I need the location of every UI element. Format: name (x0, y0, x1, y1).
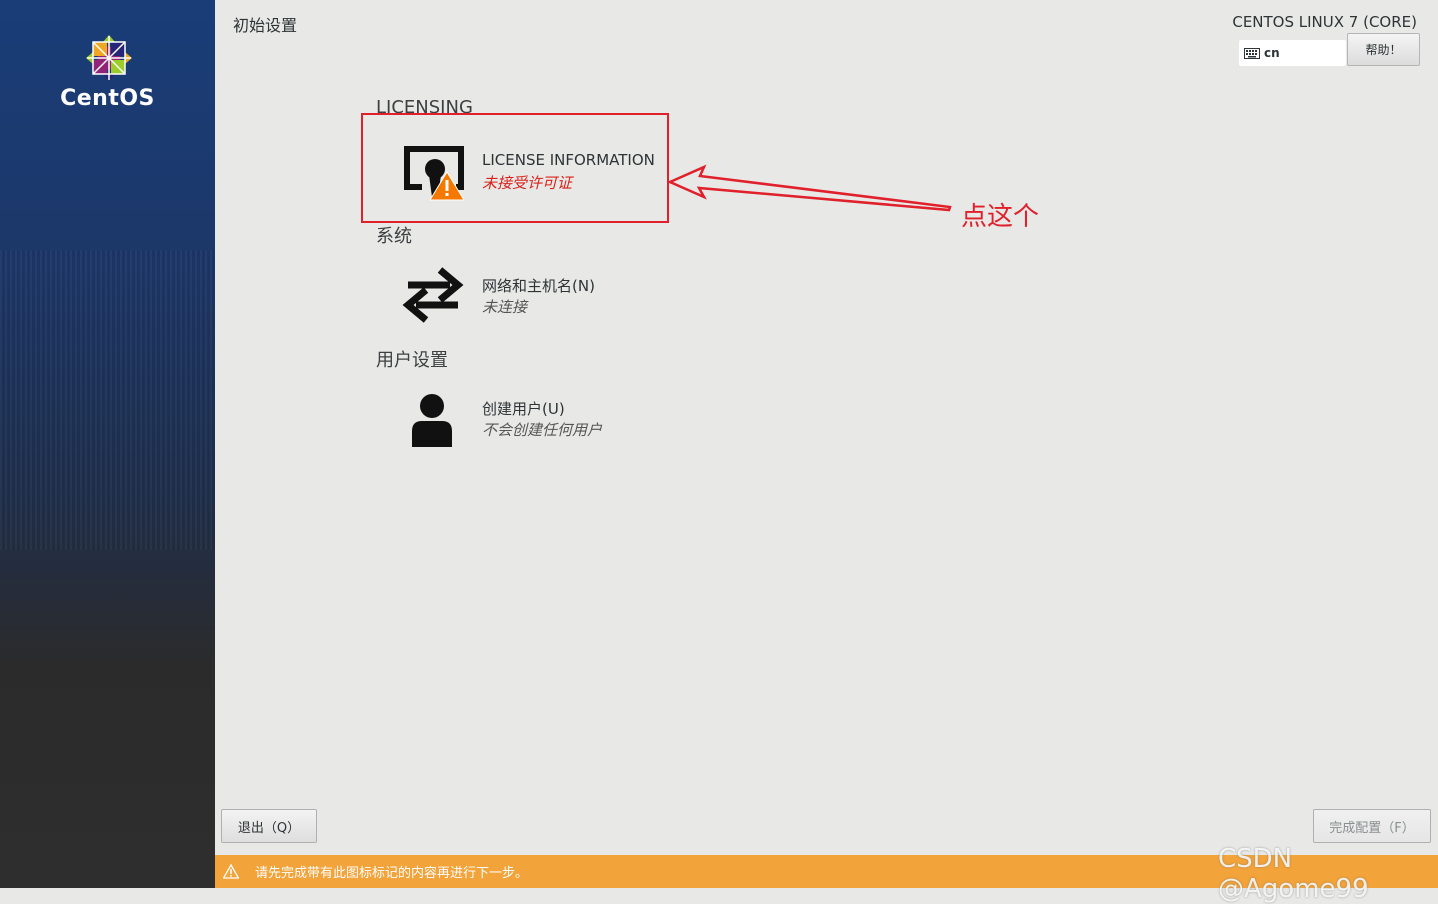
warning-text: 请先完成带有此图标标记的内容再进行下一步。 (255, 866, 529, 881)
sidebar-texture (0, 250, 215, 550)
quit-button[interactable]: 退出（Q） (221, 809, 317, 843)
keyboard-icon (1244, 47, 1260, 59)
annotation-text: 点这个 (961, 202, 1040, 232)
spoke-status: 不会创建任何用户 (482, 421, 603, 439)
logo-text: CentOS (60, 86, 155, 111)
spoke-title: 创建用户(U) (482, 400, 565, 418)
annotation-arrow-icon (668, 164, 952, 212)
section-heading-system: 系统 (376, 226, 412, 247)
network-arrows-icon (402, 267, 464, 323)
spoke-status: 未连接 (482, 298, 528, 316)
finish-configuration-button[interactable]: 完成配置（F） (1313, 809, 1431, 843)
keyboard-layout-indicator[interactable]: cn (1239, 40, 1346, 66)
watermark: CSDN @Agome99 (1218, 844, 1369, 904)
product-title: CENTOS LINUX 7 (CORE) (1232, 13, 1417, 31)
keyboard-layout-label: cn (1264, 46, 1280, 60)
sidebar: CentOS (0, 0, 215, 888)
page-title: 初始设置 (233, 16, 298, 35)
section-heading-user-settings: 用户设置 (376, 350, 448, 371)
user-icon (412, 394, 452, 447)
centos-logo-icon (86, 35, 132, 81)
warning-icon (223, 864, 239, 879)
annotation-highlight-box (361, 113, 669, 223)
help-button[interactable]: 帮助！ (1347, 33, 1420, 66)
spoke-title: 网络和主机名(N) (482, 277, 595, 295)
